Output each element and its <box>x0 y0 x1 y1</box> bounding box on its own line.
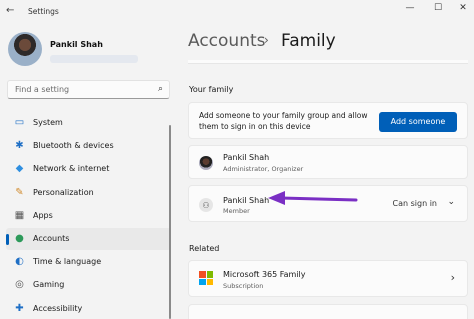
title-bar: ← Settings — ☐ ✕ <box>0 0 474 24</box>
related-card-partial[interactable] <box>188 304 468 319</box>
sign-in-status: Can sign in <box>392 199 437 208</box>
accessibility-icon: ✚ <box>15 302 24 314</box>
sidebar-item-system[interactable]: ▭ System <box>6 112 171 134</box>
scrolled-card-edge <box>188 60 468 64</box>
member-role: Member <box>223 207 250 215</box>
sidebar-item-label: Gaming <box>33 280 65 290</box>
sidebar-item-label: Network & internet <box>33 164 110 174</box>
chevron-down-icon[interactable]: ⌄ <box>447 197 455 207</box>
microsoft-logo-icon <box>199 271 213 285</box>
back-arrow-icon[interactable]: ← <box>6 5 18 17</box>
profile-email-blurred <box>50 55 138 63</box>
bluetooth-icon: ✱ <box>15 140 24 152</box>
person-icon: ⚇ <box>199 198 213 212</box>
member-role: Administrator, Organizer <box>223 165 304 173</box>
sidebar-item-apps[interactable]: ▦ Apps <box>6 205 171 227</box>
sidebar-scrollbar[interactable] <box>169 125 171 319</box>
add-someone-button[interactable]: Add someone <box>379 112 457 132</box>
your-family-heading: Your family <box>189 85 234 94</box>
profile-avatar[interactable] <box>8 32 42 66</box>
personalization-icon: ✎ <box>15 186 24 198</box>
search-icon: ⌕ <box>157 84 163 94</box>
sidebar-item-label: Accessibility <box>33 303 83 313</box>
sidebar-item-network-internet[interactable]: ◆ Network & internet <box>6 158 171 180</box>
family-member-card[interactable]: Pankil Shah Administrator, Organizer <box>188 145 468 179</box>
related-heading: Related <box>189 244 220 253</box>
sidebar-item-gaming[interactable]: ◎ Gaming <box>6 274 171 296</box>
apps-icon: ▦ <box>14 209 25 221</box>
related-item-subtitle: Subscription <box>223 282 264 290</box>
member-name: Pankil Shah <box>223 153 270 162</box>
chevron-right-icon: › <box>450 271 455 284</box>
sidebar-item-label: Time & language <box>33 257 102 267</box>
sidebar-item-accounts[interactable]: ● Accounts <box>6 228 171 250</box>
sidebar-item-label: Accounts <box>33 234 70 243</box>
profile-name: Pankil Shah <box>50 40 103 49</box>
sidebar-item-time-language[interactable]: ◐ Time & language <box>6 251 171 273</box>
search-input[interactable]: Find a setting ⌕ <box>7 80 170 99</box>
sidebar-item-label: System <box>33 118 63 127</box>
sidebar-item-bluetooth-devices[interactable]: ✱ Bluetooth & devices <box>6 135 171 157</box>
search-placeholder: Find a setting <box>15 85 70 94</box>
maximize-icon[interactable]: ☐ <box>430 2 446 14</box>
sidebar-item-label: Personalization <box>33 187 94 197</box>
sidebar-item-accessibility[interactable]: ✚ Accessibility <box>6 298 171 319</box>
microsoft-365-card[interactable]: Microsoft 365 Family Subscription › <box>188 260 468 297</box>
minimize-icon[interactable]: — <box>402 2 418 14</box>
accounts-icon: ● <box>15 233 24 244</box>
page-title: Family <box>281 31 336 51</box>
active-indicator <box>6 234 9 245</box>
member-name: Pankil Shah <box>223 196 270 205</box>
close-icon[interactable]: ✕ <box>455 2 471 14</box>
add-someone-description: Add someone to your family group and all… <box>199 111 368 131</box>
sidebar-item-label: Bluetooth & devices <box>33 141 114 151</box>
breadcrumb-chevron-icon: › <box>264 33 269 47</box>
sidebar-item-personalization[interactable]: ✎ Personalization <box>6 182 171 204</box>
family-member-card[interactable]: ⚇ Pankil Shah Member Can sign in ⌄ <box>188 185 468 222</box>
breadcrumb-accounts[interactable]: Accounts <box>188 31 266 51</box>
related-item-title: Microsoft 365 Family <box>223 270 306 279</box>
member-avatar <box>199 156 213 170</box>
gaming-icon: ◎ <box>15 279 24 291</box>
network-icon: ◆ <box>15 163 24 175</box>
sidebar-item-label: Apps <box>33 210 53 220</box>
time-language-icon: ◐ <box>15 256 24 268</box>
window-title: Settings <box>28 7 59 16</box>
add-family-card: Add someone to your family group and all… <box>188 102 468 139</box>
system-icon: ▭ <box>14 117 25 128</box>
